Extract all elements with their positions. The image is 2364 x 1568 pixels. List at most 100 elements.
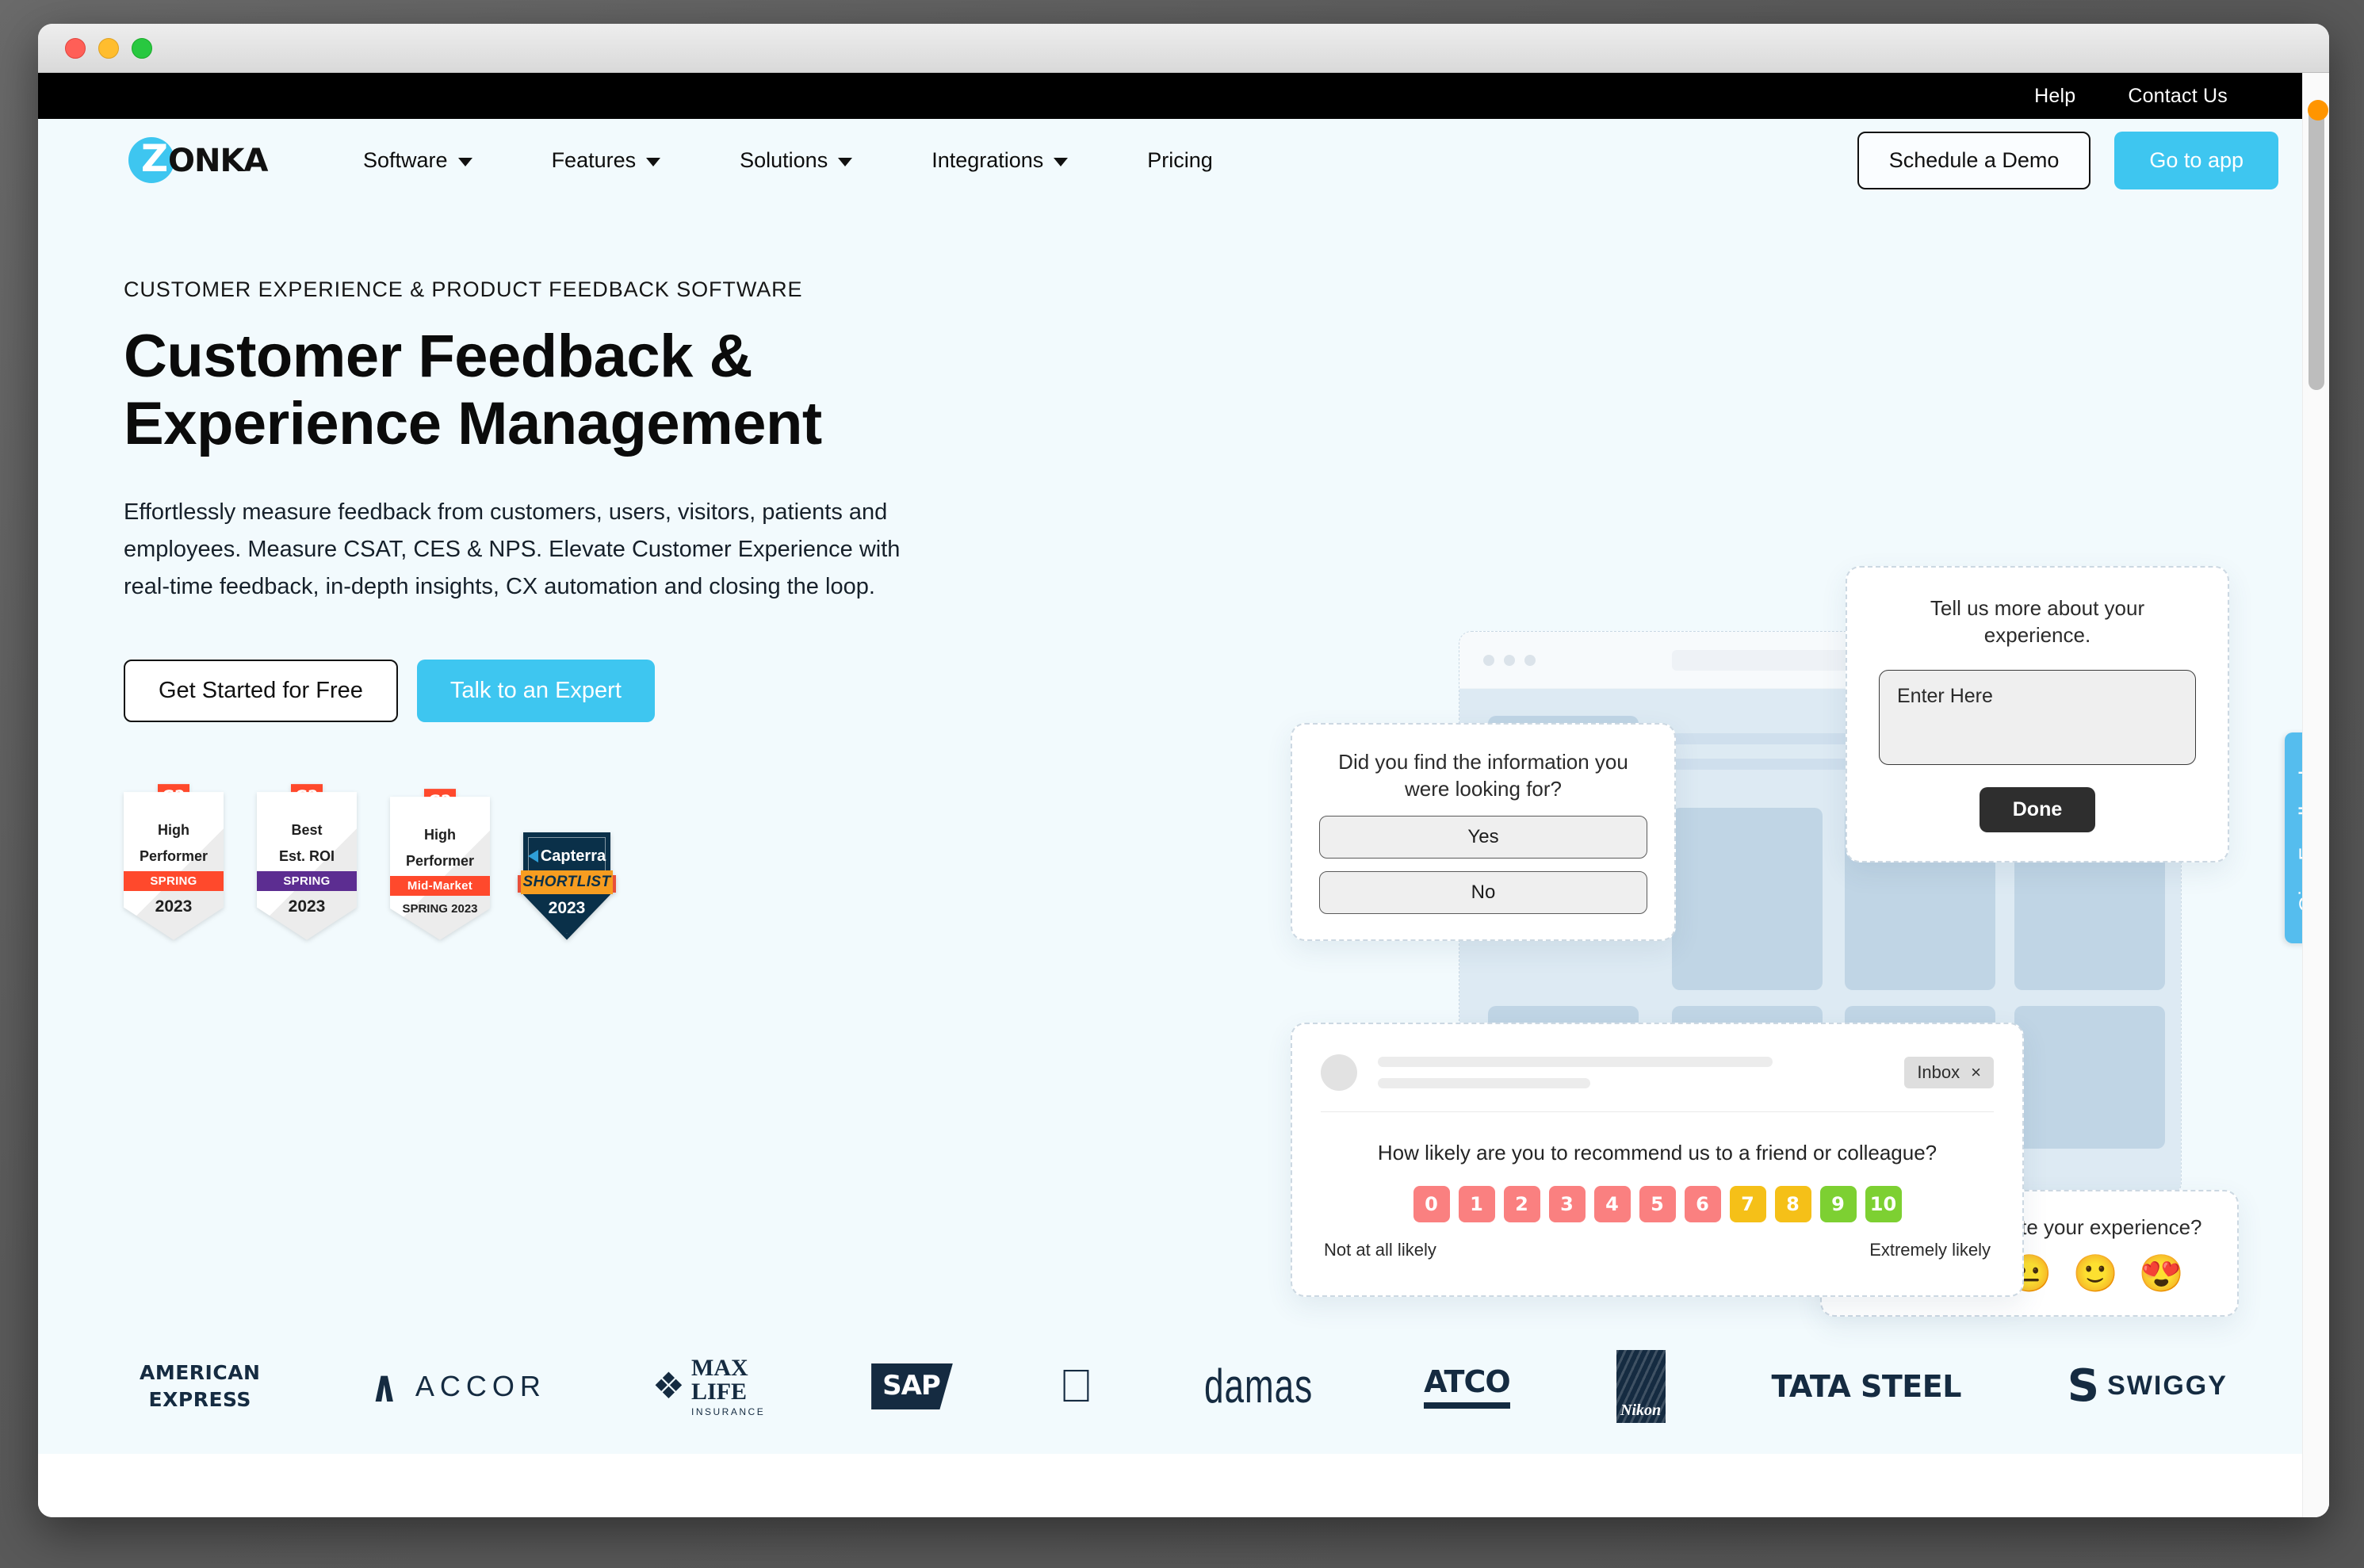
flame-icon: ❖ <box>652 1365 686 1407</box>
talk-to-expert-button[interactable]: Talk to an Expert <box>416 660 655 723</box>
nps-label-low: Not at all likely <box>1324 1240 1436 1260</box>
nps-option-2[interactable]: 2 <box>1503 1186 1540 1222</box>
inbox-chip[interactable]: Inbox × <box>1904 1057 1994 1088</box>
badge-band: SPRING <box>124 870 224 891</box>
scrollbar-thumb[interactable] <box>2309 105 2324 390</box>
amex-line-1: AMERICAN <box>140 1361 261 1385</box>
nps-option-7[interactable]: 7 <box>1729 1186 1766 1222</box>
nav-item-integrations[interactable]: Integrations <box>892 148 1107 173</box>
client-logo-strip: AMERICAN EXPRESS ∧ ACCOR ❖ MAX LIFE INSU… <box>38 1319 2329 1454</box>
nav-item-label: Features <box>551 147 637 172</box>
nps-option-9[interactable]: 9 <box>1819 1186 1857 1222</box>
slightly-smiling-face-icon[interactable]: 🙂 <box>2073 1255 2118 1291</box>
utility-bar: Help Contact Us <box>38 73 2329 119</box>
chevron-down-icon <box>838 157 853 166</box>
nps-label-high: Extremely likely <box>1869 1240 1991 1260</box>
atco-underline <box>1424 1402 1510 1409</box>
email-header: Inbox × <box>1321 1045 1994 1091</box>
logo-sap: SAP <box>871 1363 953 1409</box>
help-link[interactable]: Help <box>2034 85 2075 108</box>
hero-title-line-2: Experience Management <box>124 390 822 458</box>
logo-atco: ATCO <box>1424 1364 1511 1409</box>
badge-body: High Performer SPRING 2023 <box>124 792 224 940</box>
avatar <box>1321 1054 1357 1091</box>
nav-cta-group: Schedule a Demo Go to app <box>1857 131 2278 189</box>
swiggy-wordmark: SWIGGY <box>2107 1371 2228 1402</box>
badge-band: Mid-Market <box>390 875 490 896</box>
badge-year: 2023 <box>288 897 326 916</box>
nps-option-8[interactable]: 8 <box>1774 1186 1811 1222</box>
nav-item-software[interactable]: Software <box>323 148 512 173</box>
survey-done-button[interactable]: Done <box>1979 786 2096 832</box>
zonka-logo[interactable]: Z ONKA <box>124 136 268 185</box>
survey-question: Tell us more about your experience. <box>1930 596 2145 648</box>
badge-line: Best <box>291 822 323 839</box>
badge-year: SPRING 2023 <box>402 901 478 916</box>
badge-line: Performer <box>139 848 208 865</box>
browser-window: Help Contact Us Z ONKA Software Features… <box>38 24 2329 1517</box>
nav-item-solutions[interactable]: Solutions <box>700 148 892 173</box>
survey-card-open-text: Tell us more about your experience. Ente… <box>1846 566 2229 862</box>
chevron-down-icon <box>457 157 472 166</box>
nps-option-3[interactable]: 3 <box>1548 1186 1586 1222</box>
apple-icon:  <box>1059 1363 1094 1409</box>
survey-text-input[interactable]: Enter Here <box>1879 669 2196 765</box>
scroll-position-marker-icon <box>2308 100 2328 120</box>
nps-option-5[interactable]: 5 <box>1639 1186 1676 1222</box>
nav-item-pricing[interactable]: Pricing <box>1107 148 1253 173</box>
logo-wordmark: ONKA <box>168 143 268 179</box>
nps-scale-labels: Not at all likely Extremely likely <box>1321 1240 1994 1260</box>
survey-option-no[interactable]: No <box>1319 870 1647 914</box>
close-icon[interactable]: × <box>1971 1062 1981 1083</box>
get-started-free-button[interactable]: Get Started for Free <box>124 660 398 723</box>
badge-line: High <box>158 822 189 839</box>
window-titlebar <box>38 24 2329 73</box>
badge-g2-best-est-roi: G2 Best Est. ROI SPRING 2023 <box>257 784 357 940</box>
nps-option-0[interactable]: 0 <box>1413 1186 1450 1222</box>
capterra-ribbon: SHORTLIST <box>521 870 613 894</box>
mock-window-dot-icon <box>1483 654 1494 666</box>
schedule-demo-button[interactable]: Schedule a Demo <box>1857 131 2091 189</box>
survey-question: How likely are you to recommend us to a … <box>1377 1141 1937 1165</box>
logo-damas: damas <box>1199 1360 1318 1413</box>
nps-option-1[interactable]: 1 <box>1458 1186 1495 1222</box>
hero-illustration: Did you find the information you were lo… <box>1291 518 2282 1318</box>
skeleton-line <box>1378 1078 1591 1088</box>
badge-year: 2023 <box>548 898 586 917</box>
mock-window-dot-icon <box>1504 654 1515 666</box>
nps-option-6[interactable]: 6 <box>1684 1186 1721 1222</box>
maximize-window-button[interactable] <box>132 37 152 59</box>
page-scrollbar[interactable] <box>2302 73 2329 1517</box>
badge-line: Performer <box>405 853 475 870</box>
accor-wordmark: ACCOR <box>415 1370 546 1402</box>
tata-word: TATA <box>1767 1369 1850 1404</box>
logo-tata-steel: TATA STEEL <box>1767 1369 1961 1404</box>
nps-option-4[interactable]: 4 <box>1593 1186 1631 1222</box>
minimize-window-button[interactable] <box>98 37 119 59</box>
badge-band: SPRING <box>257 870 357 891</box>
swiggy-mark-icon: S <box>2067 1360 2100 1412</box>
hero-section-background: Z ONKA Software Features Solutions Integ… <box>38 119 2329 1454</box>
contact-us-link[interactable]: Contact Us <box>2128 85 2228 108</box>
hero-eyebrow: CUSTOMER EXPERIENCE & PRODUCT FEEDBACK S… <box>124 277 803 301</box>
nps-option-10[interactable]: 10 <box>1865 1186 1902 1222</box>
hero: CUSTOMER EXPERIENCE & PRODUCT FEEDBACK S… <box>38 201 2329 1319</box>
badge-body: Best Est. ROI SPRING 2023 <box>257 792 357 940</box>
inbox-chip-label: Inbox <box>1917 1062 1960 1082</box>
badge-g2-high-performer-spring: G2 High Performer SPRING 2023 <box>124 784 224 940</box>
logo-apple:  <box>1059 1363 1094 1409</box>
heart-eyes-face-icon[interactable]: 😍 <box>2139 1255 2184 1291</box>
go-to-app-button[interactable]: Go to app <box>2114 131 2278 189</box>
capterra-brand-label: Capterra <box>540 847 606 865</box>
skeleton-block <box>2014 1006 2165 1149</box>
capterra-brand: Capterra <box>523 847 610 866</box>
hero-title-line-1: Customer Feedback & <box>124 323 752 390</box>
nav-item-features[interactable]: Features <box>512 148 701 173</box>
email-skeleton-lines <box>1378 1057 1884 1088</box>
close-window-button[interactable] <box>65 37 86 59</box>
survey-option-yes[interactable]: Yes <box>1319 815 1647 859</box>
nps-scale: 0 1 2 3 4 5 6 7 8 9 10 <box>1321 1186 1994 1222</box>
main-navigation: Z ONKA Software Features Solutions Integ… <box>38 119 2329 201</box>
nav-item-label: Integrations <box>931 147 1044 172</box>
survey-card-yes-no: Did you find the information you were lo… <box>1291 723 1676 941</box>
